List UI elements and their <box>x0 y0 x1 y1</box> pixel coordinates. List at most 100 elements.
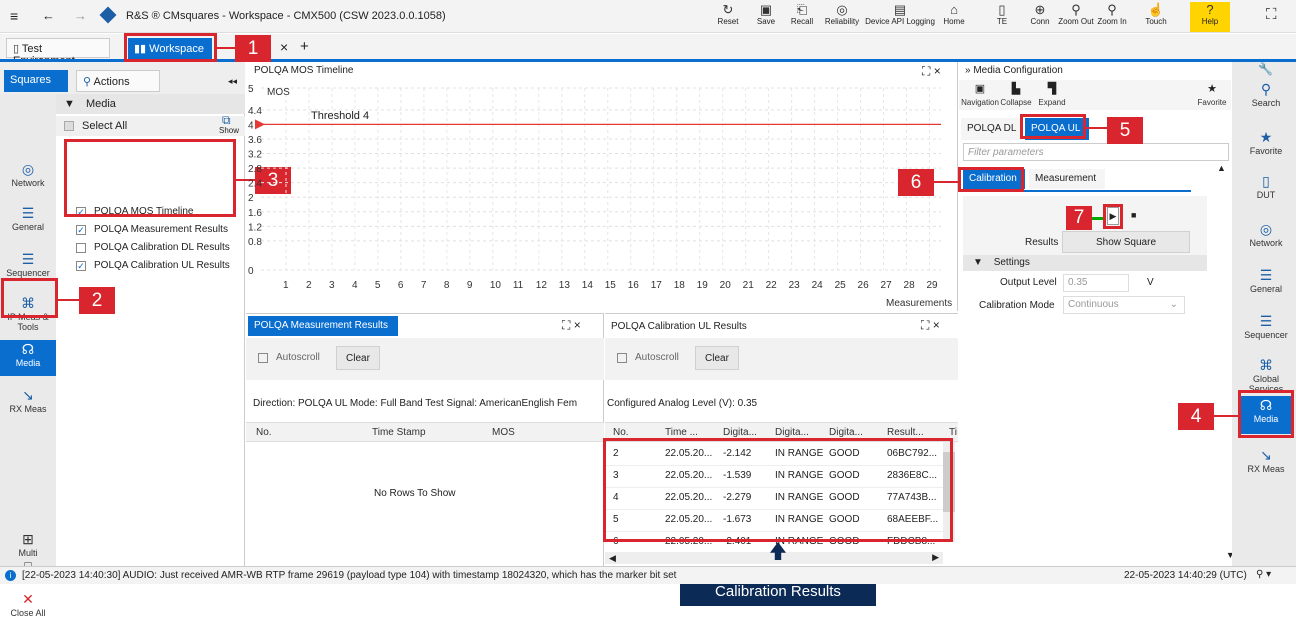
show-square-button[interactable]: Show Square <box>1062 231 1190 253</box>
right-sidebar-item-dut[interactable]: ▯ DUT <box>1238 172 1294 200</box>
media-item-checkbox[interactable]: ✓ <box>76 224 86 235</box>
toolbar-zoom-out-button[interactable]: ⚲ Zoom Out <box>1056 2 1096 32</box>
pin-icon[interactable]: ⚲ ▾ <box>1256 569 1271 580</box>
multi-button[interactable]: ⊞ Multi <box>0 530 56 558</box>
right-sidebar-item-search[interactable]: ⚲ Search <box>1238 80 1294 108</box>
toolbar-recall-button[interactable]: ⎗ Recall <box>782 2 822 32</box>
config-scrollbar[interactable]: ▲ ▼ <box>1217 162 1235 560</box>
meas-clear-button[interactable]: Clear <box>336 346 380 370</box>
settings-header[interactable]: ▼ Settings <box>963 255 1207 271</box>
tab-test-environment[interactable]: ▯ Test Environment <box>6 38 110 67</box>
media-item[interactable]: POLQA Calibration DL Results <box>76 242 230 253</box>
cal-mode-select[interactable]: Continuous ⌄ <box>1063 296 1185 314</box>
filter-input[interactable]: Filter parameters <box>963 143 1229 161</box>
meas-col-no[interactable]: No. <box>256 427 272 438</box>
toolbar-zoom-in-button[interactable]: ⚲ Zoom In <box>1092 2 1132 32</box>
media-item[interactable]: ✓ POLQA Calibration UL Results <box>76 260 230 271</box>
collapse-label: Collapse <box>1000 98 1032 107</box>
sidebar-item-sequencer[interactable]: ☰ Sequencer <box>0 250 56 278</box>
x-tick-label: 17 <box>651 280 663 291</box>
favorite-button[interactable]: ★ Favorite <box>1195 80 1229 108</box>
threshold-marker-icon[interactable] <box>255 119 265 130</box>
chart-panel-controls[interactable]: ⛶ × <box>922 64 941 79</box>
right-sidebar-item-sequencer[interactable]: ☰ Sequencer <box>1238 312 1294 340</box>
right-sidebar-item-global-services[interactable]: ⌘ Global Services <box>1238 356 1294 394</box>
media-item-checkbox[interactable]: ✓ <box>76 260 86 271</box>
right-sidebar-item-general[interactable]: ☰ General <box>1238 266 1294 294</box>
media-group-header[interactable]: ▼ Media <box>56 94 245 114</box>
toolbar-label: Zoom Out <box>1058 17 1094 26</box>
toolbar-label: Device API Logging <box>865 17 935 26</box>
meas-panel-controls[interactable]: ⛶ × <box>562 318 581 333</box>
output-level-label: Output Level <box>1000 277 1057 288</box>
cal-mode-label: Calibration Mode <box>979 300 1055 311</box>
tab-actions[interactable]: ⚲ Actions <box>76 70 160 92</box>
collapse-icon[interactable]: ◂◂ <box>228 76 237 87</box>
sidebar-icon: ↘ <box>1260 447 1272 463</box>
cal-panel-controls[interactable]: ⛶ × <box>921 318 940 333</box>
x-tick-label: 14 <box>582 280 594 291</box>
collapse-button[interactable]: ▙ Collapse <box>999 80 1033 108</box>
right-sidebar-item-network[interactable]: ◎ Network <box>1238 220 1294 248</box>
media-item[interactable]: ✓ POLQA Measurement Results <box>76 224 228 235</box>
toolbar-help-button[interactable]: ? Help <box>1190 2 1230 32</box>
fullscreen-icon[interactable]: ⛶ <box>1266 6 1277 23</box>
close-tab-icon[interactable]: × <box>280 39 288 55</box>
add-tab-icon[interactable]: + <box>300 38 309 55</box>
toolbar-icon: ↻ <box>722 2 734 17</box>
sidebar-item-general[interactable]: ☰ General <box>0 204 56 232</box>
sidebar-icon: ↘ <box>22 387 34 403</box>
toolbar-home-button[interactable]: ⌂ Home <box>934 2 974 32</box>
y-tick-label: 3.6 <box>248 135 262 146</box>
menu-icon[interactable]: ≡ <box>10 8 18 24</box>
output-level-input[interactable]: 0.35 <box>1063 274 1129 292</box>
navigation-button[interactable]: ▣ Navigation <box>961 80 999 108</box>
toolbar-icon: ▣ <box>759 2 773 17</box>
close-all-button[interactable]: ✕ Close All <box>0 590 56 618</box>
tab-squares[interactable]: Squares <box>4 70 68 92</box>
x-tick-label: 9 <box>467 280 473 291</box>
cal-col-header[interactable]: Ti <box>949 427 957 438</box>
toolbar-reset-button[interactable]: ↻ Reset <box>708 2 748 32</box>
expand-button[interactable]: ▜ Expand <box>1035 80 1069 108</box>
cal-col-header[interactable]: Time ... <box>665 427 698 438</box>
cal-autoscroll[interactable]: Autoscroll <box>617 352 679 363</box>
meas-title: POLQA Measurement Results <box>254 320 388 331</box>
cal-clear-button[interactable]: Clear <box>695 346 739 370</box>
stop-button[interactable]: ■ <box>1131 210 1136 220</box>
settings-label: Settings <box>993 257 1030 268</box>
select-all-row[interactable]: Select All <box>56 116 245 136</box>
back-icon[interactable]: ← <box>42 8 55 23</box>
cal-col-header[interactable]: Digita... <box>775 427 809 438</box>
callout-1: 1 <box>235 35 271 62</box>
toolbar-reliability-button[interactable]: ◎ Reliability <box>822 2 862 32</box>
right-sidebar-item-favorite[interactable]: ★ Favorite <box>1238 128 1294 156</box>
meas-tab[interactable]: POLQA Measurement Results <box>248 316 398 336</box>
cal-col-header[interactable]: Result... <box>887 427 924 438</box>
x-tick-label: 10 <box>490 280 502 291</box>
toolbar-save-button[interactable]: ▣ Save <box>746 2 786 32</box>
navigation-label: Navigation <box>961 98 999 107</box>
sidebar-icon: ☊ <box>21 341 35 357</box>
cal-col-header[interactable]: Digita... <box>723 427 757 438</box>
sidebar-item-rx-meas[interactable]: ↘ RX Meas <box>0 386 56 414</box>
forward-icon[interactable]: → <box>74 8 87 23</box>
tab-measurement[interactable]: Measurement <box>1029 169 1105 189</box>
cal-col-header[interactable]: Digita... <box>829 427 863 438</box>
sidebar-item-media[interactable]: ☊ Media <box>0 340 56 376</box>
right-sidebar-item-rx-meas[interactable]: ↘ RX Meas <box>1238 446 1294 474</box>
sidebar-item-network[interactable]: ◎ Network <box>0 160 56 188</box>
toolbar-conn-button[interactable]: ⊕ Conn <box>1020 2 1060 32</box>
cal-col-header[interactable]: No. <box>613 427 629 438</box>
cal-hscroll[interactable]: ◀ ▶ <box>605 552 943 564</box>
meas-autoscroll[interactable]: Autoscroll <box>258 352 320 363</box>
sidebar-icon: ⊞ <box>22 531 34 547</box>
media-item-checkbox[interactable] <box>76 242 86 253</box>
tab-polqa-dl[interactable]: POLQA DL <box>961 118 1023 140</box>
meas-col-mos[interactable]: MOS <box>492 427 515 438</box>
wrench-icon[interactable]: 🔧 <box>1258 62 1273 76</box>
meas-col-timestamp[interactable]: Time Stamp <box>372 427 426 438</box>
toolbar-touch-button[interactable]: ☝ Touch <box>1136 2 1176 32</box>
toolbar-device-api-logging-button[interactable]: ▤ Device API Logging <box>865 2 935 32</box>
toolbar-te-button[interactable]: ▯ TE <box>982 2 1022 32</box>
